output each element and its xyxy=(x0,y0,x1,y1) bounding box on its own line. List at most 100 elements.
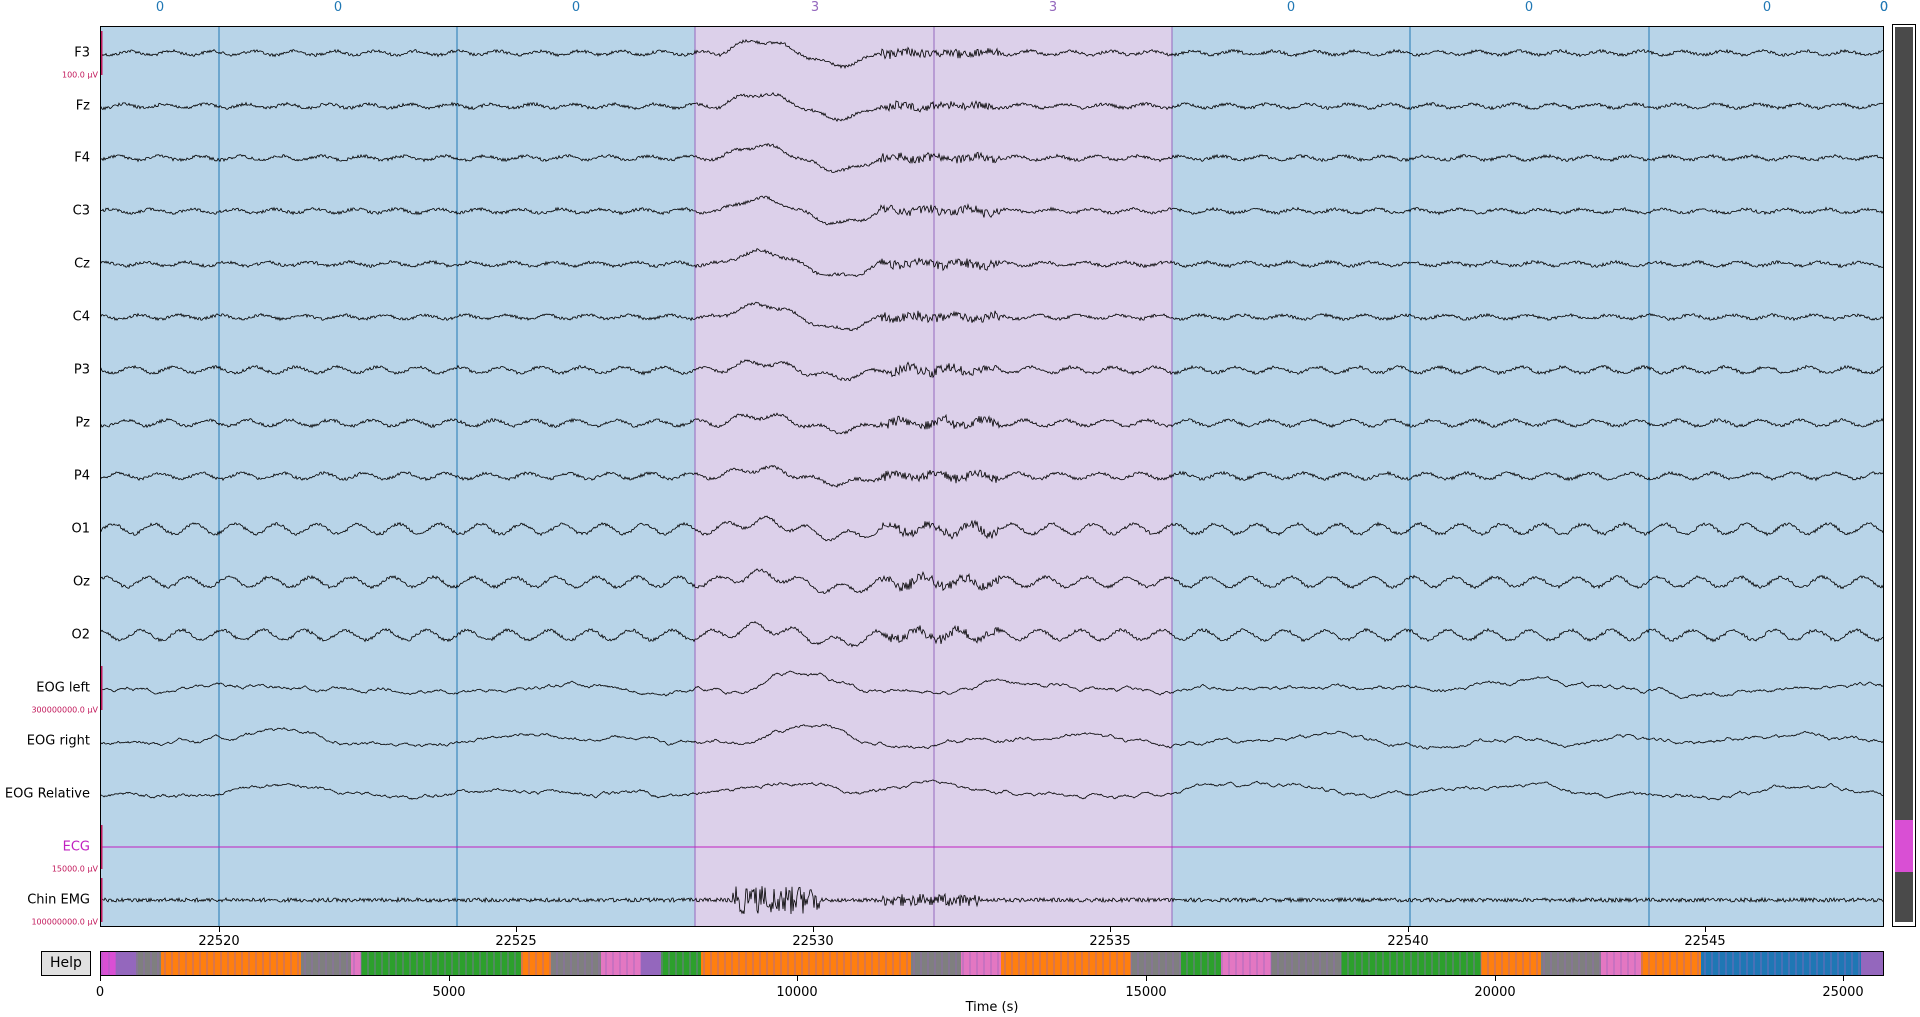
hypnogram-stripe xyxy=(1102,952,1104,975)
hypnogram-stripe xyxy=(1872,952,1874,975)
hypnogram-stripe xyxy=(857,952,859,975)
hypnogram-stripe xyxy=(731,952,733,975)
overview-tick-label: 25000 xyxy=(1822,985,1864,1000)
overview-tick-label: 10000 xyxy=(776,985,818,1000)
x-axis-label: Time (s) xyxy=(965,1000,1019,1015)
hypnogram-stripe xyxy=(710,952,712,975)
hypnogram-stripe xyxy=(465,952,467,975)
hypnogram-stripe xyxy=(962,952,964,975)
hypnogram-stripe xyxy=(227,952,229,975)
hypnogram-stripe xyxy=(1564,952,1566,975)
hypnogram-stripe xyxy=(570,952,572,975)
channel-label-p4[interactable]: P4 xyxy=(74,469,90,484)
hypnogram-stripe xyxy=(500,952,502,975)
hypnogram-stripe xyxy=(1641,952,1643,975)
hypnogram-stripe xyxy=(1200,952,1202,975)
hypnogram-stripe xyxy=(486,952,488,975)
overview-tick-label: 15000 xyxy=(1125,985,1167,1000)
hypnogram-stripe xyxy=(150,952,152,975)
hypnogram-stripe xyxy=(1081,952,1083,975)
hypnogram-segment xyxy=(641,952,661,975)
hypnogram-stripe xyxy=(1249,952,1251,975)
channel-label-f4[interactable]: F4 xyxy=(74,151,90,166)
hypnogram-stripe xyxy=(423,952,425,975)
channel-label-c4[interactable]: C4 xyxy=(73,310,90,325)
hypnogram-stripe xyxy=(409,952,411,975)
channel-label-ecg[interactable]: ECG xyxy=(63,840,90,855)
hypnogram-stripe xyxy=(1669,952,1671,975)
hypnogram-stripe xyxy=(1627,952,1629,975)
stage-score-label: 0 xyxy=(1879,0,1889,15)
channel-label-f3[interactable]: F3 xyxy=(74,46,90,61)
hypnogram-stripe xyxy=(339,952,341,975)
scrollbar-thumb[interactable] xyxy=(1895,27,1913,922)
hypnogram-stripe xyxy=(1536,952,1538,975)
hypnogram-stripe xyxy=(920,952,922,975)
channel-label-eog-relative[interactable]: EOG Relative xyxy=(5,787,90,802)
hypnogram-stripe xyxy=(1319,952,1321,975)
overview-bar[interactable] xyxy=(100,951,1884,976)
channel-label-o1[interactable]: O1 xyxy=(71,522,90,537)
hypnogram-stripe xyxy=(1438,952,1440,975)
channel-label-chin-emg[interactable]: Chin EMG xyxy=(27,893,90,908)
hypnogram-segment xyxy=(551,952,601,975)
hypnogram-stripe xyxy=(1046,952,1048,975)
hypnogram-stripe xyxy=(1774,952,1776,975)
channel-label-o2[interactable]: O2 xyxy=(71,628,90,643)
channel-label-pz[interactable]: Pz xyxy=(75,416,90,431)
channel-label-eog-left[interactable]: EOG left xyxy=(36,681,90,696)
hypnogram-stripe xyxy=(815,952,817,975)
hypnogram-stripe xyxy=(1298,952,1300,975)
hypnogram-stripe xyxy=(1011,952,1013,975)
hypnogram-stripe xyxy=(1067,952,1069,975)
hypnogram-stripe xyxy=(1809,952,1811,975)
channel-label-fz[interactable]: Fz xyxy=(76,99,90,114)
hypnogram-stripe xyxy=(1557,952,1559,975)
hypnogram-stripe xyxy=(682,952,684,975)
signal-plot[interactable] xyxy=(100,26,1884,927)
hypnogram-stripe xyxy=(1592,952,1594,975)
hypnogram-stripe xyxy=(234,952,236,975)
hypnogram-stripe xyxy=(1648,952,1650,975)
hypnogram-stripe xyxy=(1725,952,1727,975)
overview-tick-label: 5000 xyxy=(432,985,466,1000)
hypnogram-stripe xyxy=(1151,952,1153,975)
stage-score-label: 0 xyxy=(155,0,165,15)
hypnogram-stripe xyxy=(990,952,992,975)
hypnogram-stripe xyxy=(1396,952,1398,975)
hypnogram-stripe xyxy=(983,952,985,975)
hypnogram-stripe xyxy=(801,952,803,975)
hypnogram-stripe xyxy=(969,952,971,975)
hypnogram-stripe xyxy=(416,952,418,975)
hypnogram-stripe xyxy=(1277,952,1279,975)
hypnogram-stripe xyxy=(976,952,978,975)
hypnogram-stripe xyxy=(255,952,257,975)
hypnogram-stripe xyxy=(927,952,929,975)
hypnogram-stripe xyxy=(563,952,565,975)
hypnogram-stripe xyxy=(1508,952,1510,975)
hypnogram-stripe xyxy=(787,952,789,975)
hypnogram-stripe xyxy=(871,952,873,975)
hypnogram-stripe xyxy=(1802,952,1804,975)
channel-scale-label: 300000000.0 µV xyxy=(31,705,98,715)
hypnogram-stripe xyxy=(829,952,831,975)
hypnogram-stripe xyxy=(1452,952,1454,975)
hypnogram-stripe xyxy=(1851,952,1853,975)
hypnogram-stripe xyxy=(1039,952,1041,975)
hypnogram-stripe xyxy=(262,952,264,975)
hypnogram-stripe xyxy=(220,952,222,975)
channel-label-oz[interactable]: Oz xyxy=(73,575,90,590)
hypnogram-stripe xyxy=(1711,952,1713,975)
hypnogram-stripe xyxy=(1144,952,1146,975)
hypnogram-stripe xyxy=(1389,952,1391,975)
channel-label-c3[interactable]: C3 xyxy=(73,204,90,219)
hypnogram-stripe xyxy=(577,952,579,975)
channel-label-cz[interactable]: Cz xyxy=(74,257,90,272)
channel-label-p3[interactable]: P3 xyxy=(74,363,90,378)
hypnogram-stripe xyxy=(1662,952,1664,975)
hypnogram-stripe xyxy=(612,952,614,975)
hypnogram-stripe xyxy=(1879,952,1881,975)
help-button[interactable]: Help xyxy=(41,951,91,976)
channel-scrollbar[interactable] xyxy=(1892,24,1916,927)
channel-label-eog-right[interactable]: EOG right xyxy=(27,734,90,749)
